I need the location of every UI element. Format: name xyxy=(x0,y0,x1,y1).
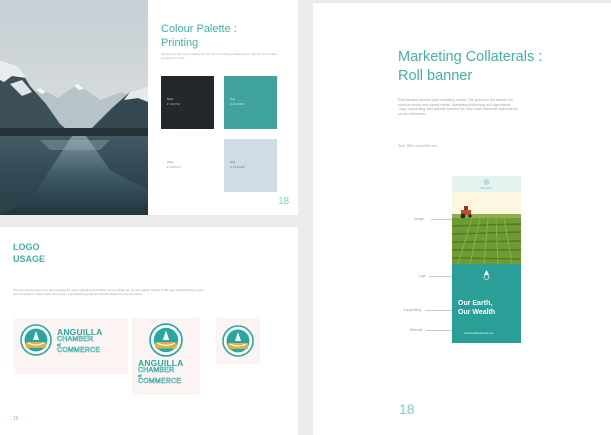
palette-description: Always use the colour palette for your p… xyxy=(161,52,278,60)
leader-line xyxy=(429,276,452,277)
logo-chamber: CHAMBER xyxy=(138,367,175,374)
logo-wordmark: ANGUILLA CHAMBER of COMMERCE xyxy=(138,358,184,385)
banner-website: www.anguillachamber.com xyxy=(464,332,494,335)
page-number: 16 xyxy=(13,416,19,422)
swatch-code: # CFDCE6 xyxy=(230,166,245,169)
logo-horizontal-card: ANGUILLA CHAMBER of COMMERCE xyxy=(14,318,128,374)
callout-logo: Logo xyxy=(418,274,426,278)
swatch-code: # 24272C xyxy=(167,103,181,106)
logo-title-line1: LOGO xyxy=(13,242,40,252)
swatch-name: Blue xyxy=(230,161,236,164)
anguilla-emblem-icon xyxy=(20,324,52,356)
logo-usage-page: LOGO USAGE The two version logo is for a… xyxy=(0,227,298,435)
roll-banner-mockup: ANGUILLA Our Earth, Our Wealth www.angui… xyxy=(452,176,521,343)
logo-title-line2: USAGE xyxy=(13,254,46,264)
banner-description: Roll banners become print marketing medi… xyxy=(398,98,519,116)
logo-emblem-card xyxy=(216,318,260,364)
swatch-name: White xyxy=(167,161,174,164)
anguilla-emblem-icon xyxy=(149,323,183,357)
swatch-name: Black xyxy=(167,98,174,101)
leader-line xyxy=(426,330,452,331)
swatch-blue: Blue # CFDCE6 xyxy=(224,139,277,192)
logo-chamber: CHAMBER xyxy=(57,336,94,343)
swatch-name: Teal xyxy=(230,98,235,101)
slogan-line1: Our Earth, xyxy=(458,300,493,307)
leader-line xyxy=(425,310,452,311)
swatch-white: White # FFFFFF xyxy=(161,139,214,192)
palette-title-line2: Printing xyxy=(161,37,199,49)
swatch-code: # FFFFFF xyxy=(167,166,182,169)
logo-usage-description: The two version logo is for all 3 meetin… xyxy=(13,288,204,297)
callout-website: Website xyxy=(410,328,423,332)
logo-stacked-card: ANGUILLA CHAMBER of COMMERCE xyxy=(132,318,200,395)
page-number: 18 xyxy=(278,196,290,207)
palette-title: Colour Palette : Printing xyxy=(161,22,291,50)
palette-title-line1: Colour Palette : xyxy=(161,23,237,35)
slogan-line2: Our Wealth xyxy=(458,309,496,316)
logo-commerce: COMMERCE xyxy=(57,347,101,354)
logo-wordmark: ANGUILLA CHAMBER of COMMERCE xyxy=(57,327,103,354)
callout-image: Image xyxy=(414,217,424,221)
swatch-code: # 41A39D xyxy=(230,103,244,106)
roll-banner-page: Marketing Collaterals : Roll banner Roll… xyxy=(313,3,611,435)
anguilla-emblem-icon xyxy=(222,325,254,357)
swatch-black: Black # 24272C xyxy=(161,76,214,129)
banner-title: Marketing Collaterals : Roll banner xyxy=(398,48,608,86)
page-number: 18 xyxy=(399,401,415,417)
svg-text:ANGUILLA: ANGUILLA xyxy=(480,186,493,190)
callout-copywriting: Copywriting xyxy=(403,308,422,312)
leader-line xyxy=(431,219,452,220)
swatch-teal: Teal # 41A39D xyxy=(224,76,277,129)
colour-palette-page: Colour Palette : Printing Always use the… xyxy=(0,0,298,215)
logo-usage-title: LOGO USAGE xyxy=(13,241,133,265)
banner-size: Size: 850 x mm2000 mm xyxy=(398,144,437,148)
logo-commerce: COMMERCE xyxy=(138,378,182,385)
mountain-lake-photo xyxy=(0,0,148,215)
banner-title-line1: Marketing Collaterals : xyxy=(398,49,543,65)
banner-title-line2: Roll banner xyxy=(398,68,473,84)
logo-name: ANGUILLA xyxy=(138,358,184,368)
banner-slogan: Our Earth, Our Wealth xyxy=(458,299,518,317)
logo-name: ANGUILLA xyxy=(57,327,103,337)
